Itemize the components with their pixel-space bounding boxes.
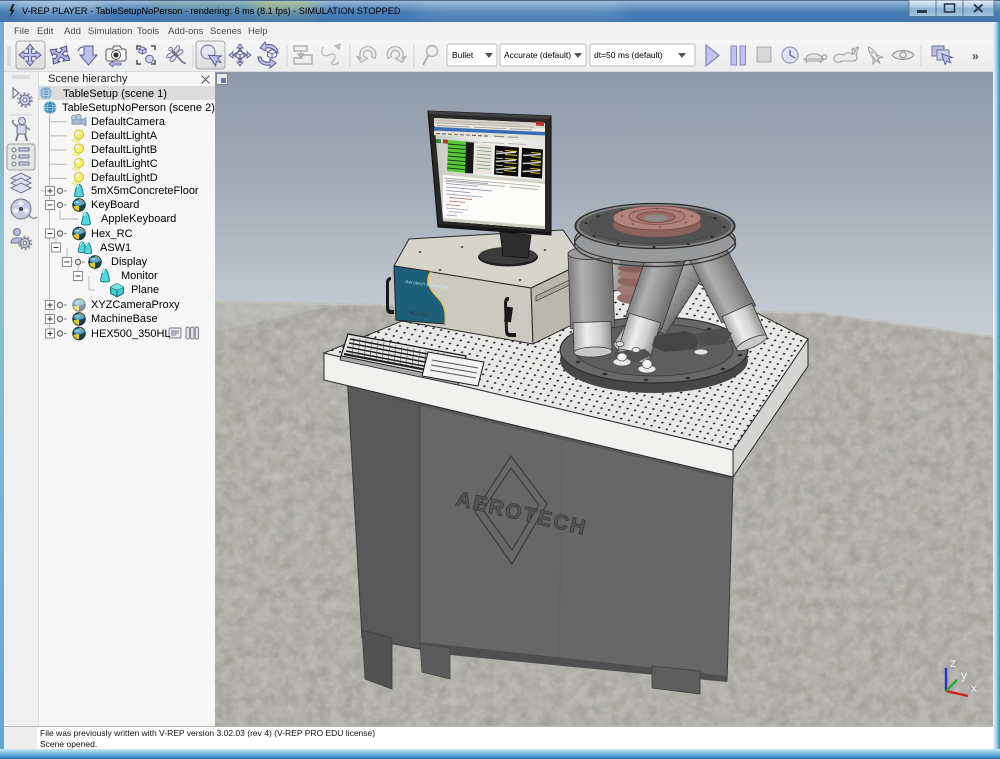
svg-text:dt=50 ms (default): dt=50 ms (default) bbox=[594, 50, 663, 60]
svg-text:Bullet: Bullet bbox=[452, 50, 474, 60]
svg-text:x: x bbox=[971, 681, 977, 695]
svg-text:Accurate (default): Accurate (default) bbox=[504, 50, 571, 60]
svg-text:»: » bbox=[972, 49, 979, 63]
svg-text:z: z bbox=[950, 656, 956, 670]
svg-text:y: y bbox=[961, 668, 967, 682]
